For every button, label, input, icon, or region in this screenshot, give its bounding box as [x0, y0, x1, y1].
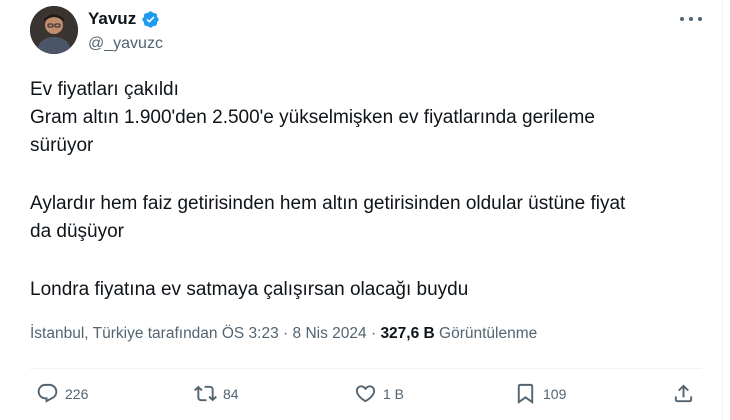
tweet-line: Aylardır hem faiz getirisinden hem altın… [30, 193, 626, 214]
tweet-time[interactable]: ÖS 3:23 [222, 325, 279, 342]
reply-button[interactable]: 226 [36, 382, 88, 405]
author-name-row[interactable]: Yavuz [88, 9, 160, 29]
divider [30, 368, 702, 369]
like-count: 1 B [383, 385, 405, 402]
meta-separator: · [370, 325, 377, 342]
tweet-line: da düşüyor [30, 221, 125, 242]
verified-icon [142, 10, 159, 28]
author-name[interactable]: Yavuz [88, 9, 136, 29]
repost-button[interactable]: 84 [194, 382, 239, 405]
author-handle[interactable]: @_yavuzc [88, 35, 163, 53]
tweet-date[interactable]: 8 Nis 2024 [293, 325, 367, 342]
views-count: 327,6 B [380, 325, 435, 342]
tweet-meta: İstanbul, Türkiye tarafından ÖS 3:23 · 8… [30, 325, 537, 343]
bookmark-button[interactable]: 109 [514, 382, 566, 405]
tweet-location: İstanbul, Türkiye tarafından [30, 325, 218, 342]
share-button[interactable] [672, 382, 695, 405]
reply-count: 226 [65, 385, 89, 402]
more-icon[interactable] [680, 12, 702, 26]
reply-icon [37, 383, 58, 403]
tweet-line: Gram altın 1.900'den 2.500'e yükselmişke… [30, 107, 595, 128]
tweet-line: Londra fiyatına ev satmaya çalışırsan ol… [30, 279, 469, 300]
tweet-line: Ev fiyatları çakıldı [30, 79, 179, 100]
like-button[interactable]: 1 B [354, 382, 404, 405]
tweet-card: Yavuz @_yavuzc Ev fiyatları çakıldı Gram… [0, 0, 723, 420]
repost-icon [194, 385, 217, 402]
tweet-line: sürüyor [30, 135, 94, 156]
meta-separator: · [283, 325, 289, 342]
bookmark-count: 109 [543, 385, 567, 402]
repost-count: 84 [223, 385, 239, 402]
like-icon [355, 385, 376, 403]
bookmark-icon [517, 383, 534, 404]
avatar[interactable] [30, 6, 78, 54]
action-bar: 226 84 1 B 109 [30, 382, 702, 412]
share-icon [674, 384, 693, 403]
views-label: Görüntülenme [439, 325, 538, 342]
tweet-text: Ev fiyatları çakıldı Gram altın 1.900'de… [30, 76, 680, 304]
